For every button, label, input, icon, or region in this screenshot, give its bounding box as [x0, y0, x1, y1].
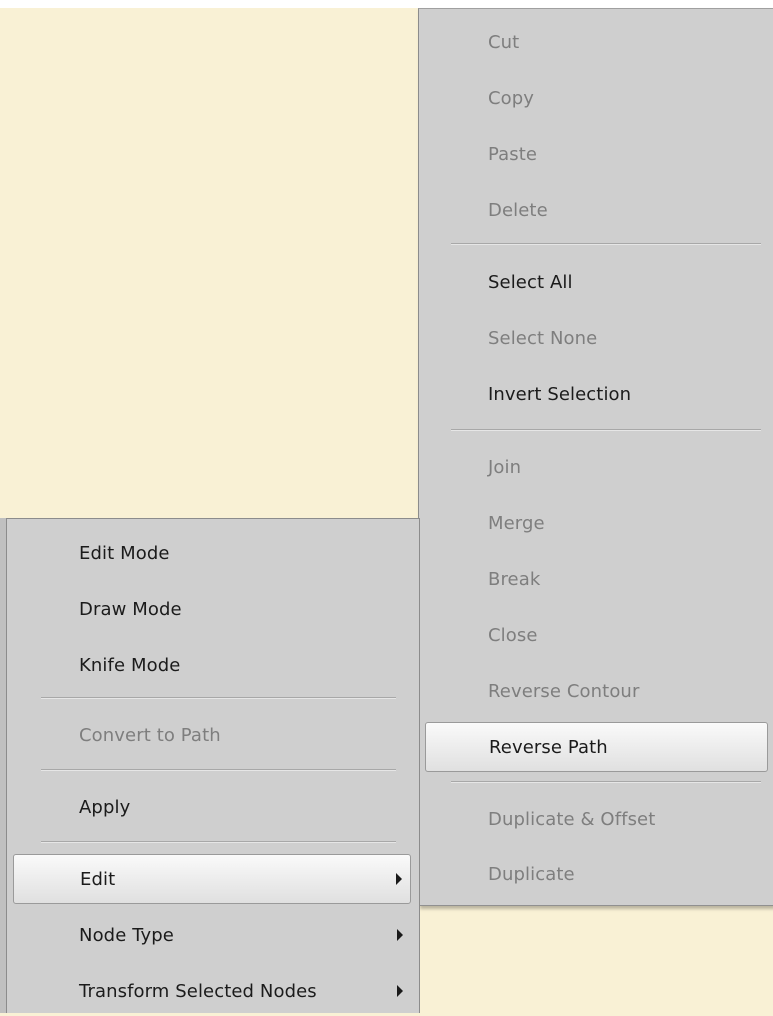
menu-item-label: Break — [488, 568, 541, 590]
menu-item-label: Reverse Contour — [488, 680, 640, 702]
menu-item-break[interactable]: Break — [425, 554, 768, 604]
menu-item-draw-mode[interactable]: Draw Mode — [13, 584, 411, 634]
menu-item-label: Select None — [488, 327, 598, 349]
submenu-arrow-icon — [397, 985, 403, 997]
menu-item-label: Apply — [79, 796, 131, 818]
menu-item-label: Delete — [488, 199, 548, 221]
menu-separator — [41, 841, 396, 843]
menu-item-invert-selection[interactable]: Invert Selection — [425, 369, 768, 419]
menu-item-label: Cut — [488, 31, 520, 53]
menu-item-paste[interactable]: Paste — [425, 129, 768, 179]
menu-item-label: Copy — [488, 87, 535, 109]
menu-item-merge[interactable]: Merge — [425, 498, 768, 548]
menu-item-select-all[interactable]: Select All — [425, 257, 768, 307]
menu-item-reverse-contour[interactable]: Reverse Contour — [425, 666, 768, 716]
menu-item-join[interactable]: Join — [425, 442, 768, 492]
menu-item-duplicate[interactable]: Duplicate — [425, 849, 768, 899]
menu-item-label: Reverse Path — [489, 736, 608, 758]
menu-item-delete[interactable]: Delete — [425, 185, 768, 235]
menu-item-label: Duplicate & Offset — [488, 808, 656, 830]
menu-item-label: Node Type — [79, 924, 174, 946]
top-border — [0, 0, 773, 8]
menu-item-label: Invert Selection — [488, 383, 632, 405]
menu-separator — [451, 781, 761, 783]
menu-item-label: Duplicate — [488, 863, 575, 885]
menu-item-close[interactable]: Close — [425, 610, 768, 660]
menu-item-edit-mode[interactable]: Edit Mode — [13, 528, 411, 578]
menu-item-label: Edit — [80, 868, 116, 890]
menu-item-label: Close — [488, 624, 538, 646]
menu-item-node-type[interactable]: Node Type — [13, 910, 411, 960]
menu-item-label: Merge — [488, 512, 545, 534]
menu-item-label: Draw Mode — [79, 598, 182, 620]
menu-item-label: Select All — [488, 271, 573, 293]
menu-item-edit[interactable]: Edit — [13, 854, 411, 904]
menu-item-knife-mode[interactable]: Knife Mode — [13, 640, 411, 690]
menu-item-transform-selected-nodes[interactable]: Transform Selected Nodes — [13, 966, 411, 1016]
menu-separator — [41, 769, 396, 771]
menu-item-label: Convert to Path — [79, 724, 221, 746]
menu-item-label: Transform Selected Nodes — [79, 980, 317, 1002]
menu-item-label: Paste — [488, 143, 538, 165]
submenu-arrow-icon — [397, 929, 403, 941]
menu-item-duplicate-offset[interactable]: Duplicate & Offset — [425, 794, 768, 844]
menu-separator — [451, 243, 761, 245]
menu-separator — [41, 697, 396, 699]
menu-item-label: Join — [488, 456, 522, 478]
menu-item-label: Edit Mode — [79, 542, 170, 564]
menu-item-label: Knife Mode — [79, 654, 181, 676]
submenu-arrow-icon — [396, 873, 402, 885]
context-menu: Edit Mode Draw Mode Knife Mode Convert t… — [6, 518, 420, 1013]
menu-item-cut[interactable]: Cut — [425, 17, 768, 67]
menu-item-reverse-path[interactable]: Reverse Path — [425, 722, 768, 772]
menu-item-convert-to-path[interactable]: Convert to Path — [13, 710, 411, 760]
menu-item-copy[interactable]: Copy — [425, 73, 768, 123]
menu-item-select-none[interactable]: Select None — [425, 313, 768, 363]
menu-item-apply[interactable]: Apply — [13, 782, 411, 832]
menu-separator — [451, 429, 761, 431]
edit-submenu: Cut Copy Paste Delete Select All Select … — [418, 8, 773, 906]
